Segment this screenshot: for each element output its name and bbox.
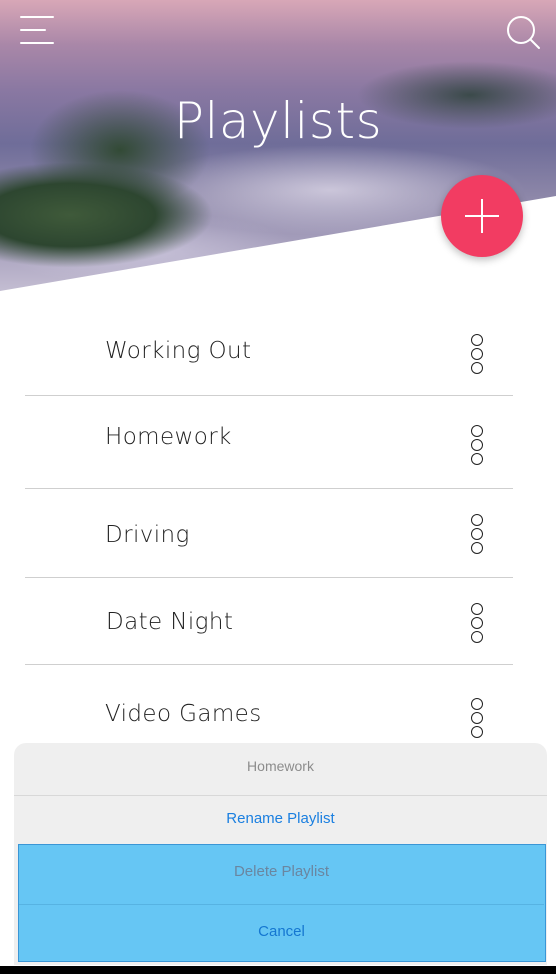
highlighted-actions: Delete Playlist Cancel [18,844,546,962]
add-playlist-button[interactable] [441,175,523,257]
more-options-icon[interactable] [471,334,485,374]
cancel-button[interactable]: Cancel [19,905,544,961]
divider [25,577,513,578]
playlist-label: Driving [105,522,190,548]
page-title: Playlists [173,92,383,150]
playlist-item-homework[interactable]: Homework [25,420,513,480]
delete-playlist-button[interactable]: Delete Playlist [19,845,544,903]
playlist-label: Working Out [105,338,252,364]
search-icon[interactable] [505,14,541,50]
hamburger-menu-icon[interactable] [20,16,54,44]
divider [25,488,513,489]
playlist-label: Video Games [105,701,262,727]
playlist-label: Date Night [106,609,234,635]
more-options-icon[interactable] [471,603,485,643]
playlist-item-video-games[interactable]: Video Games [25,696,513,746]
more-options-icon[interactable] [471,698,485,738]
action-sheet-title: Homework [247,758,314,774]
playlist-item-working-out[interactable]: Working Out [25,334,513,394]
divider [25,664,513,665]
bottom-edge [0,966,556,974]
playlist-item-date-night[interactable]: Date Night [25,603,513,663]
more-options-icon[interactable] [471,514,485,554]
playlist-item-driving[interactable]: Driving [25,514,513,574]
divider [25,395,513,396]
playlist-label: Homework [105,424,232,450]
rename-playlist-button[interactable]: Rename Playlist [14,795,547,843]
more-options-icon[interactable] [471,425,485,465]
